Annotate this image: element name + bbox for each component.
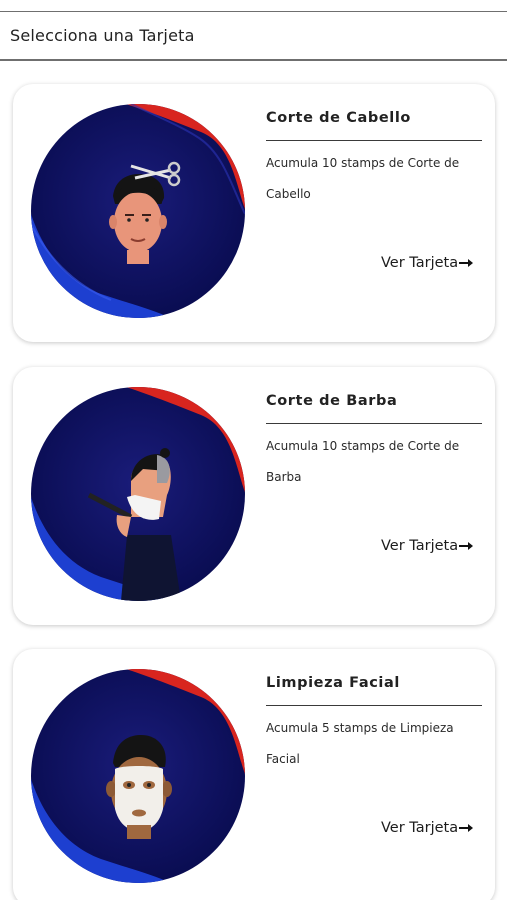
facial-mask-icon: [31, 669, 245, 883]
card-title: Corte de Cabello: [266, 110, 411, 126]
link-label: Ver Tarjeta: [381, 538, 459, 554]
card-title: Limpieza Facial: [266, 675, 400, 691]
card-divider: [266, 705, 482, 706]
arrow-right-icon: [459, 824, 474, 832]
card-description: Acumula 10 stamps de Corte de Barba: [266, 439, 460, 484]
card-corte-de-cabello[interactable]: Corte de Cabello Acumula 10 stamps de Co…: [13, 84, 495, 342]
card-corte-de-barba[interactable]: Corte de Barba Acumula 10 stamps de Cort…: [13, 367, 495, 625]
card-limpieza-facial[interactable]: Limpieza Facial Acumula 5 stamps de Limp…: [13, 649, 495, 900]
arrow-right-icon: [459, 259, 474, 267]
arrow-right-icon: [459, 542, 474, 550]
card-divider: [266, 140, 482, 141]
ver-tarjeta-link[interactable]: Ver Tarjeta: [381, 255, 474, 271]
ver-tarjeta-link[interactable]: Ver Tarjeta: [381, 538, 474, 554]
card-title: Corte de Barba: [266, 393, 398, 409]
card-description: Acumula 5 stamps de Limpieza Facial: [266, 721, 454, 766]
app-header: Selecciona una Tarjeta: [0, 11, 507, 61]
card-description: Acumula 10 stamps de Corte de Cabello: [266, 156, 460, 201]
haircut-icon: [31, 104, 245, 318]
ver-tarjeta-link[interactable]: Ver Tarjeta: [381, 820, 474, 836]
card-divider: [266, 423, 482, 424]
beard-shave-icon: [31, 387, 245, 601]
page-title: Selecciona una Tarjeta: [10, 26, 195, 45]
link-label: Ver Tarjeta: [381, 820, 459, 836]
link-label: Ver Tarjeta: [381, 255, 459, 271]
